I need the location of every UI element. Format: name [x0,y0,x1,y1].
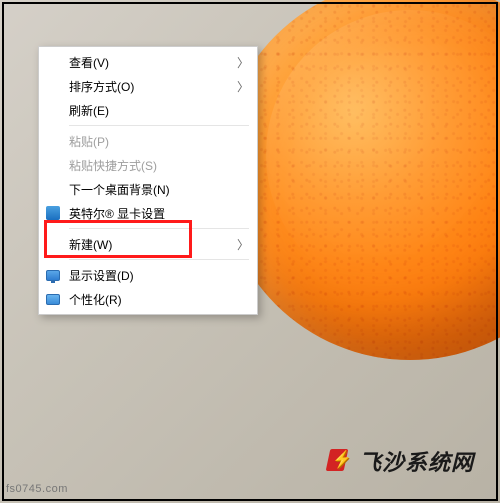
menu-item-personalize[interactable]: 个性化(R) [41,287,255,311]
menu-separator [69,259,249,260]
menu-item-refresh[interactable]: 刷新(E) [41,98,255,122]
menu-label-sort: 排序方式(O) [69,78,227,95]
watermark: ⚡ 飞沙系统网 [323,445,474,477]
menu-label-paste-shortcut: 粘贴快捷方式(S) [69,157,249,174]
submenu-arrow-icon: 〉 [227,78,249,95]
menu-label-paste: 粘贴(P) [69,133,249,150]
menu-item-intel-graphics[interactable]: 英特尔® 显卡设置 [41,201,255,225]
menu-separator [69,228,249,229]
menu-separator [69,125,249,126]
menu-item-sort[interactable]: 排序方式(O) 〉 [41,74,255,98]
watermark-logo-icon: ⚡ [323,447,351,475]
menu-item-next-background[interactable]: 下一个桌面背景(N) [41,177,255,201]
personalize-icon [45,291,61,307]
menu-label-new: 新建(W) [69,236,227,253]
menu-item-view[interactable]: 查看(V) 〉 [41,50,255,74]
menu-item-display-settings[interactable]: 显示设置(D) [41,263,255,287]
menu-label-intel: 英特尔® 显卡设置 [69,205,249,222]
watermark-brand-text: 飞沙系统网 [359,445,474,477]
menu-label-refresh: 刷新(E) [69,102,249,119]
watermark-url: fs0745.com [6,483,68,495]
wallpaper-orange [220,0,500,360]
desktop-background[interactable]: 查看(V) 〉 排序方式(O) 〉 刷新(E) 粘贴(P) 粘贴快捷方式(S) … [0,0,500,503]
menu-label-next-bg: 下一个桌面背景(N) [69,181,249,198]
menu-item-paste-shortcut: 粘贴快捷方式(S) [41,153,255,177]
menu-item-new[interactable]: 新建(W) 〉 [41,232,255,256]
submenu-arrow-icon: 〉 [227,236,249,253]
monitor-icon [45,267,61,283]
intel-icon [45,205,61,221]
menu-item-paste: 粘贴(P) [41,129,255,153]
menu-label-personalize: 个性化(R) [69,291,249,308]
desktop-context-menu: 查看(V) 〉 排序方式(O) 〉 刷新(E) 粘贴(P) 粘贴快捷方式(S) … [38,46,258,315]
menu-label-view: 查看(V) [69,54,227,71]
menu-label-display: 显示设置(D) [69,267,249,284]
submenu-arrow-icon: 〉 [227,54,249,71]
